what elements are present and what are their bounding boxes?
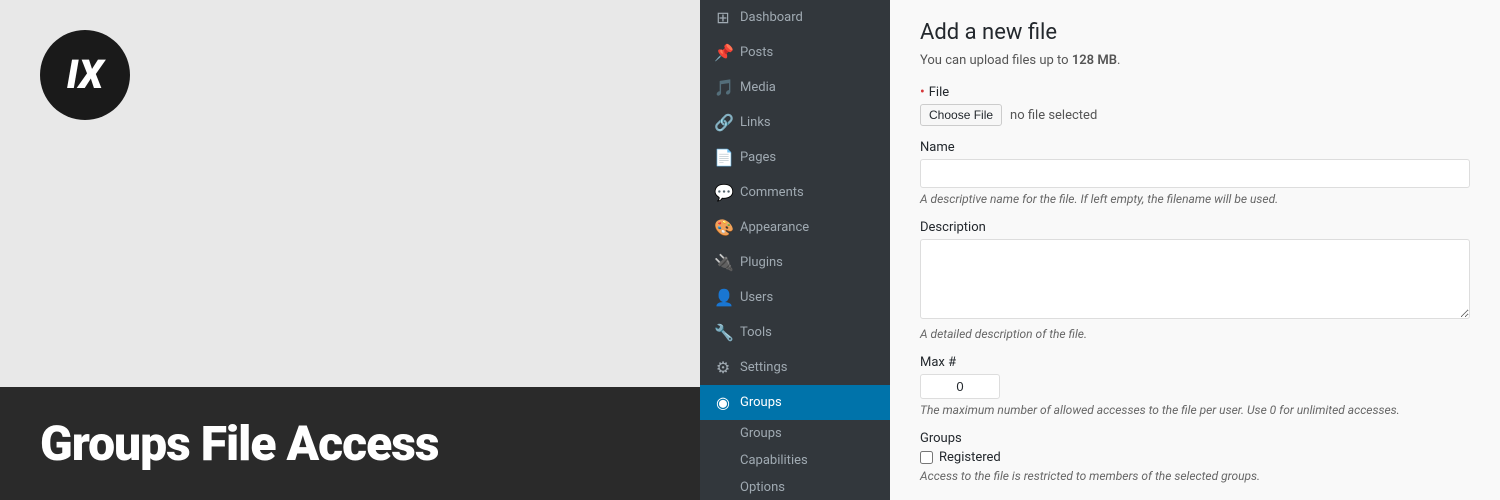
sidebar-subitem-options[interactable]: Options [700,474,890,500]
name-field-label: Name [920,140,1470,155]
choose-file-button[interactable]: Choose File [920,104,1002,126]
sidebar-label-users: Users [740,290,773,305]
sidebar-label-settings: Settings [740,360,787,375]
upload-info-text: You can upload files up to [920,53,1072,68]
title-banner: Groups File Access [0,387,700,500]
sidebar-label-tools: Tools [740,325,772,340]
groups-icon: ◉ [714,393,732,412]
sidebar-subitem-capabilities[interactable]: Capabilities [700,447,890,474]
sidebar-label-plugins: Plugins [740,255,783,270]
upload-max: 128 MB [1072,53,1117,68]
sidebar-item-comments[interactable]: 💬 Comments [700,175,890,210]
max-field-section: Max # The maximum number of allowed acce… [920,355,1470,417]
groups-field-section: Groups Registered Access to the file is … [920,431,1470,483]
settings-icon: ⚙ [714,358,732,377]
plugins-icon: 🔌 [714,253,732,272]
description-hint: A detailed description of the file. [920,327,1470,341]
sidebar-item-links[interactable]: 🔗 Links [700,105,890,140]
groups-field-label: Groups [920,431,1470,446]
max-label-text: Max # [920,355,956,370]
file-field-label: • File [920,84,1470,100]
name-input[interactable] [920,159,1470,188]
sidebar-item-pages[interactable]: 📄 Pages [700,140,890,175]
sidebar-label-pages: Pages [740,150,776,165]
sidebar-label-media: Media [740,80,776,95]
sidebar-label-comments: Comments [740,185,804,200]
max-input[interactable] [920,374,1000,399]
sidebar-item-posts[interactable]: 📌 Posts [700,35,890,70]
sidebar-label-appearance: Appearance [740,220,809,235]
tools-icon: 🔧 [714,323,732,342]
pages-icon: 📄 [714,148,732,167]
main-content: Add a new file You can upload files up t… [890,0,1500,500]
logo-area: IX [0,0,170,150]
sidebar: ⊞ Dashboard 📌 Posts 🎵 Media 🔗 Links 📄 Pa… [700,0,890,500]
sidebar-item-groups[interactable]: ◉ Groups [700,385,890,420]
page-title: Add a new file [920,20,1470,45]
file-row: Choose File no file selected [920,104,1470,126]
sidebar-subitem-groups[interactable]: Groups [700,420,890,447]
sidebar-label-dashboard: Dashboard [740,10,803,25]
max-hint: The maximum number of allowed accesses t… [920,403,1470,417]
file-field-section: • File Choose File no file selected [920,84,1470,126]
left-panel: IX Groups File Access [0,0,700,500]
sidebar-item-appearance[interactable]: 🎨 Appearance [700,210,890,245]
sidebar-item-dashboard[interactable]: ⊞ Dashboard [700,0,890,35]
name-hint: A descriptive name for the file. If left… [920,192,1470,206]
name-label-text: Name [920,140,955,155]
media-icon: 🎵 [714,78,732,97]
registered-checkbox-row: Registered [920,450,1470,465]
upload-info: You can upload files up to 128 MB. [920,53,1470,68]
dashboard-icon: ⊞ [714,8,732,27]
upload-info-end: . [1117,53,1120,68]
description-textarea[interactable] [920,239,1470,319]
groups-label-text: Groups [920,431,962,446]
file-label-text: File [929,85,949,100]
groups-hint: Access to the file is restricted to memb… [920,469,1470,483]
sidebar-sublabel-options: Options [740,480,785,495]
sidebar-sublabel-groups: Groups [740,426,782,441]
title-banner-text: Groups File Access [40,415,438,472]
max-field-label: Max # [920,355,1470,370]
file-required-marker: • [920,84,925,100]
sidebar-item-settings[interactable]: ⚙ Settings [700,350,890,385]
sidebar-item-plugins[interactable]: 🔌 Plugins [700,245,890,280]
sidebar-item-tools[interactable]: 🔧 Tools [700,315,890,350]
no-file-text: no file selected [1010,108,1097,123]
sidebar-label-posts: Posts [740,45,773,60]
registered-checkbox[interactable] [920,451,933,464]
sidebar-label-groups: Groups [740,395,782,410]
users-icon: 👤 [714,288,732,307]
comments-icon: 💬 [714,183,732,202]
description-field-label: Description [920,220,1470,235]
logo-symbol: IX [67,55,104,95]
logo-circle: IX [40,30,130,120]
description-label-text: Description [920,220,986,235]
name-field-section: Name A descriptive name for the file. If… [920,140,1470,206]
posts-icon: 📌 [714,43,732,62]
sidebar-item-media[interactable]: 🎵 Media [700,70,890,105]
sidebar-item-users[interactable]: 👤 Users [700,280,890,315]
sidebar-label-links: Links [740,115,771,130]
registered-label: Registered [939,450,1001,465]
links-icon: 🔗 [714,113,732,132]
appearance-icon: 🎨 [714,218,732,237]
description-field-section: Description A detailed description of th… [920,220,1470,341]
sidebar-sublabel-capabilities: Capabilities [740,453,808,468]
